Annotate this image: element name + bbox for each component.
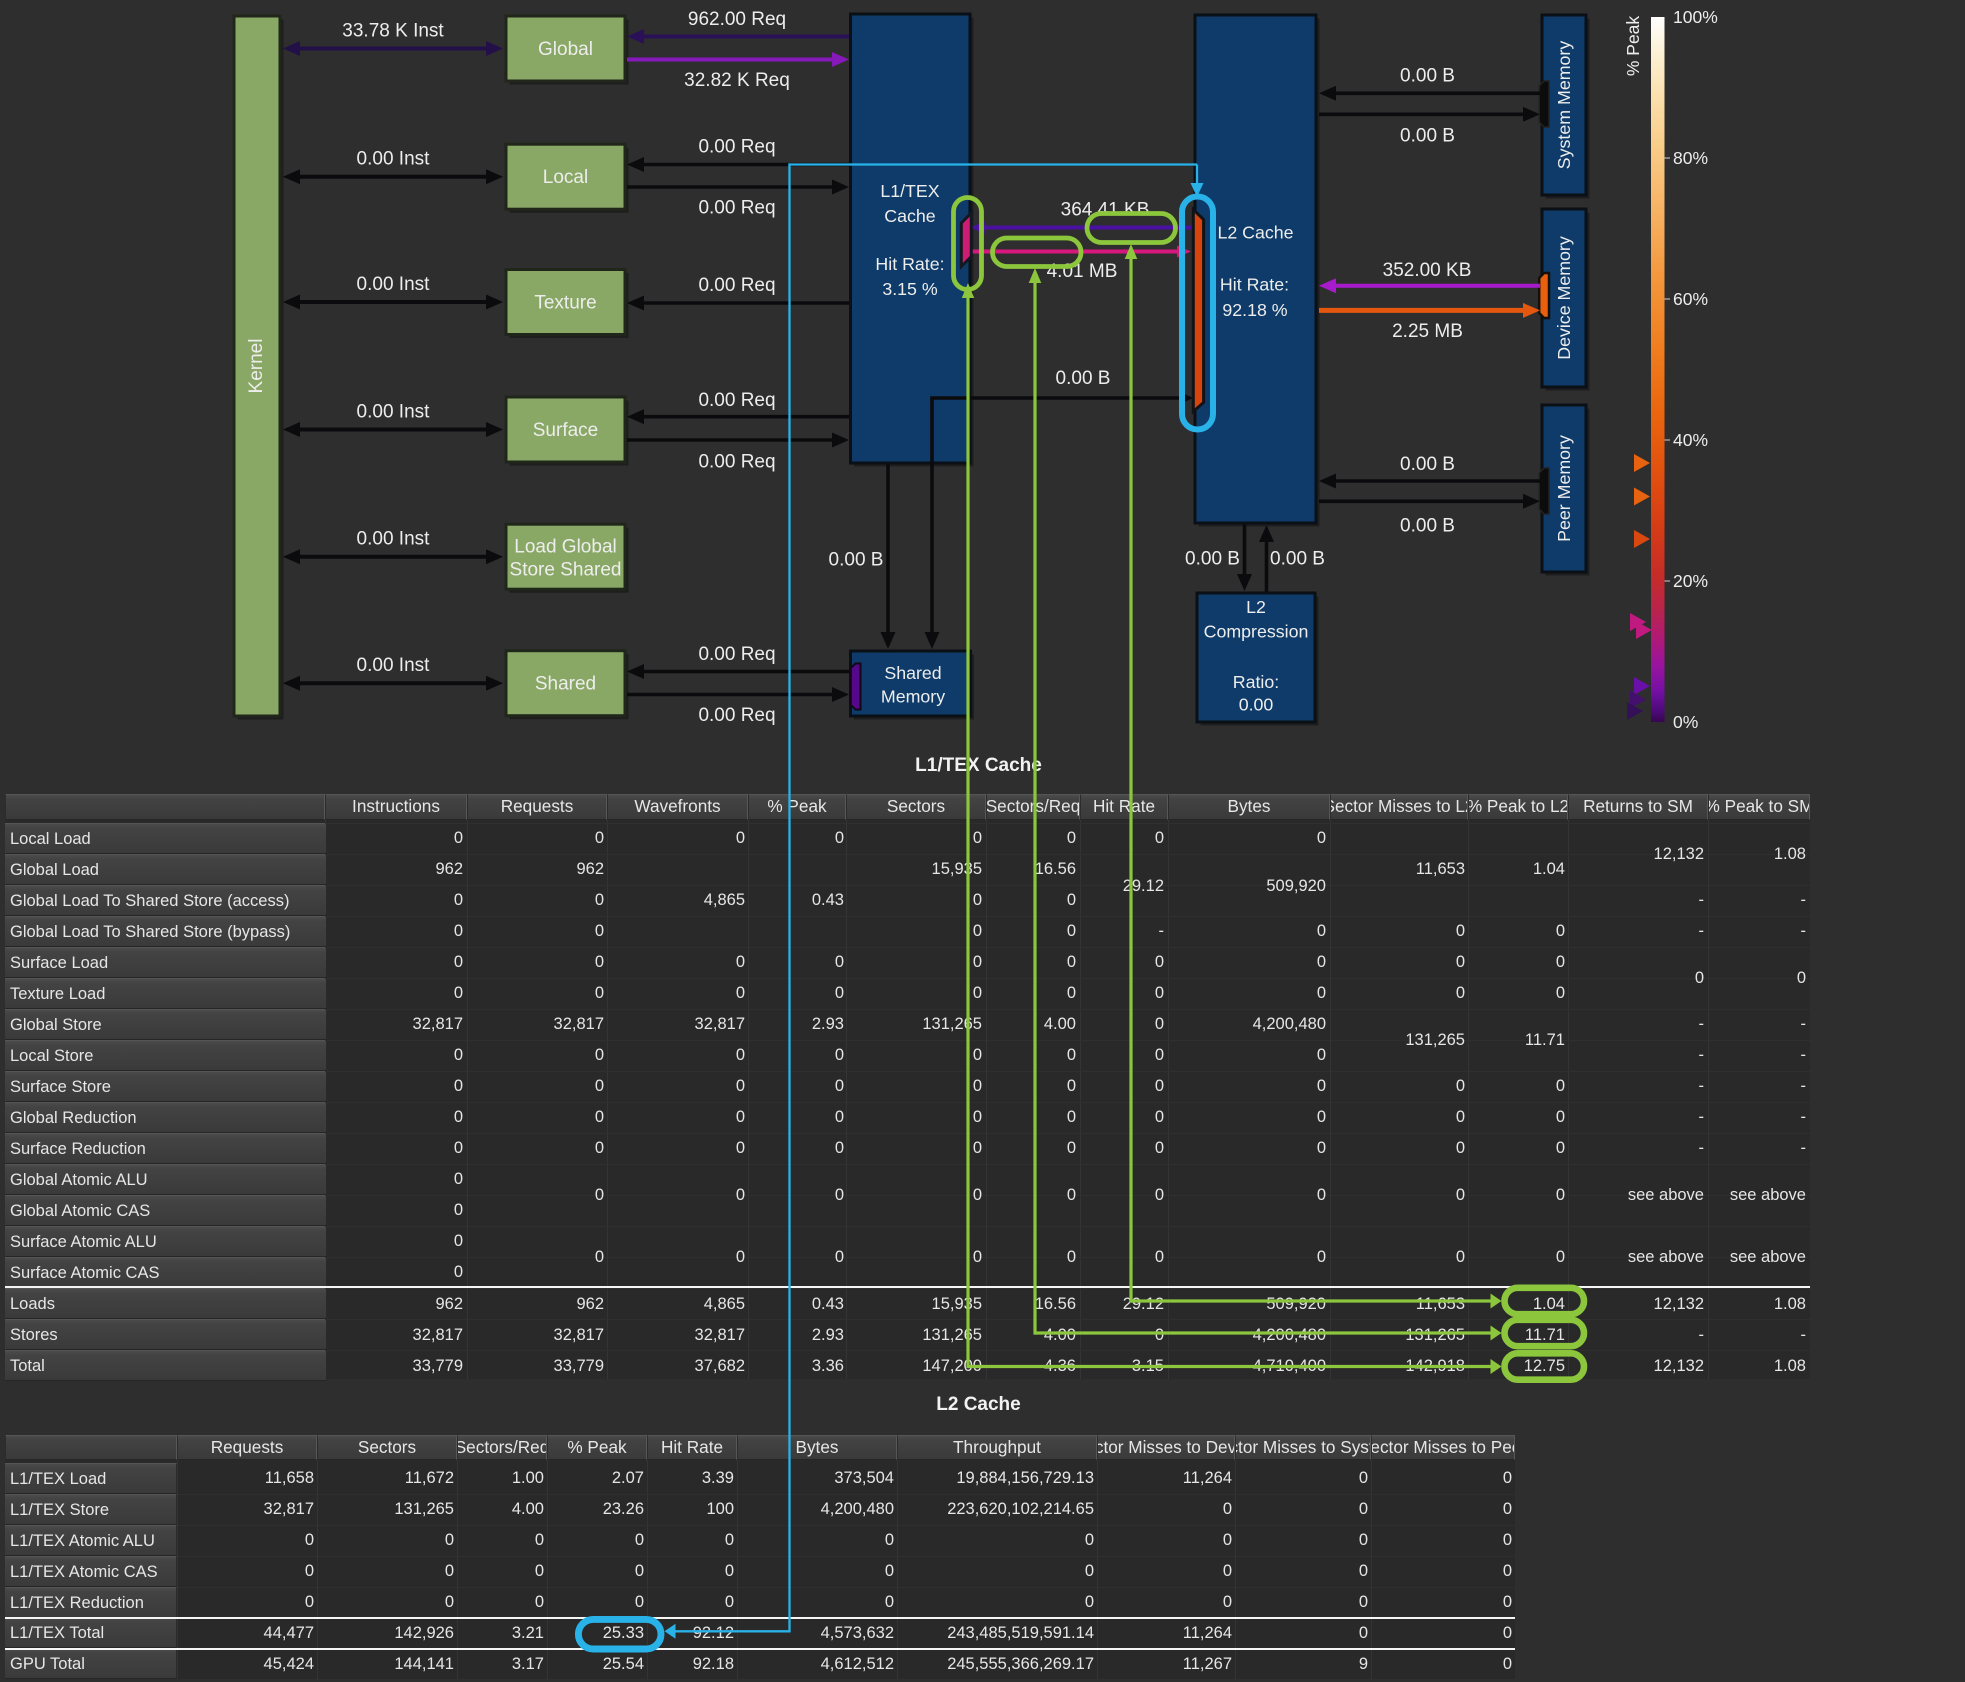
svg-text:L1/TEX: L1/TEX — [880, 181, 939, 201]
svg-text:Device Memory: Device Memory — [1554, 236, 1574, 360]
svg-text:L2: L2 — [1246, 597, 1266, 617]
svg-text:Surface: Surface — [533, 420, 598, 441]
svg-text:962.00 Req: 962.00 Req — [688, 9, 786, 30]
svg-text:Hit Rate:: Hit Rate: — [875, 254, 944, 274]
svg-text:0.00 Inst: 0.00 Inst — [357, 402, 431, 423]
svg-text:Cache: Cache — [884, 206, 936, 226]
svg-text:0.00 B: 0.00 B — [1400, 454, 1455, 475]
svg-text:0.00 Req: 0.00 Req — [698, 137, 775, 158]
svg-text:0.00 B: 0.00 B — [1056, 368, 1111, 389]
svg-text:Compression: Compression — [1204, 622, 1309, 642]
svg-text:0.00 B: 0.00 B — [1400, 126, 1455, 147]
svg-text:0.00 Req: 0.00 Req — [698, 452, 775, 473]
svg-text:0.00 B: 0.00 B — [1400, 66, 1455, 87]
svg-text:0.00: 0.00 — [1239, 695, 1274, 715]
svg-text:352.00 KB: 352.00 KB — [1383, 260, 1472, 281]
svg-text:0.00 B: 0.00 B — [1270, 549, 1325, 570]
svg-text:Store Shared: Store Shared — [510, 560, 622, 581]
svg-text:0.00 Inst: 0.00 Inst — [357, 274, 431, 295]
svg-text:60%: 60% — [1673, 289, 1708, 309]
svg-text:4.01 MB: 4.01 MB — [1047, 261, 1118, 282]
svg-text:2.25 MB: 2.25 MB — [1392, 321, 1463, 342]
svg-text:0.00 B: 0.00 B — [1185, 549, 1240, 570]
svg-text:0.00 Inst: 0.00 Inst — [357, 529, 431, 550]
svg-text:System Memory: System Memory — [1554, 41, 1574, 170]
svg-text:Shared: Shared — [884, 663, 941, 683]
svg-text:Kernel: Kernel — [246, 339, 267, 394]
svg-text:33.78 K Inst: 33.78 K Inst — [342, 21, 444, 42]
svg-text:0.00 Inst: 0.00 Inst — [357, 149, 431, 170]
svg-text:40%: 40% — [1673, 430, 1708, 450]
svg-text:Shared: Shared — [535, 674, 596, 695]
svg-text:0.00 Req: 0.00 Req — [698, 198, 775, 219]
svg-text:Memory: Memory — [881, 687, 945, 707]
svg-text:32.82 K Req: 32.82 K Req — [684, 70, 790, 91]
svg-text:20%: 20% — [1673, 571, 1708, 591]
svg-text:0.00 Req: 0.00 Req — [698, 390, 775, 411]
svg-text:0.00 B: 0.00 B — [1400, 515, 1455, 536]
svg-text:364.41 KB: 364.41 KB — [1061, 200, 1150, 221]
svg-text:92.18 %: 92.18 % — [1222, 300, 1287, 320]
svg-text:Ratio:: Ratio: — [1233, 672, 1279, 692]
svg-text:0.00 Req: 0.00 Req — [698, 644, 775, 665]
svg-text:0.00 Req: 0.00 Req — [698, 275, 775, 296]
svg-text:0%: 0% — [1673, 712, 1698, 732]
svg-text:100%: 100% — [1673, 7, 1718, 27]
svg-text:0.00 Inst: 0.00 Inst — [357, 655, 431, 676]
svg-text:Peer Memory: Peer Memory — [1554, 435, 1574, 542]
svg-text:3.15 %: 3.15 % — [882, 279, 938, 299]
svg-text:Local: Local — [543, 167, 588, 188]
svg-text:L2 Cache: L2 Cache — [1217, 223, 1293, 243]
svg-text:Texture: Texture — [534, 293, 596, 314]
svg-text:Global: Global — [538, 39, 593, 60]
svg-text:0.00 Req: 0.00 Req — [698, 705, 775, 726]
svg-text:80%: 80% — [1673, 148, 1708, 168]
svg-text:Hit Rate:: Hit Rate: — [1220, 275, 1289, 295]
svg-text:% Peak: % Peak — [1623, 16, 1643, 77]
svg-text:0.00 B: 0.00 B — [829, 550, 884, 571]
svg-text:Load Global: Load Global — [514, 537, 616, 558]
